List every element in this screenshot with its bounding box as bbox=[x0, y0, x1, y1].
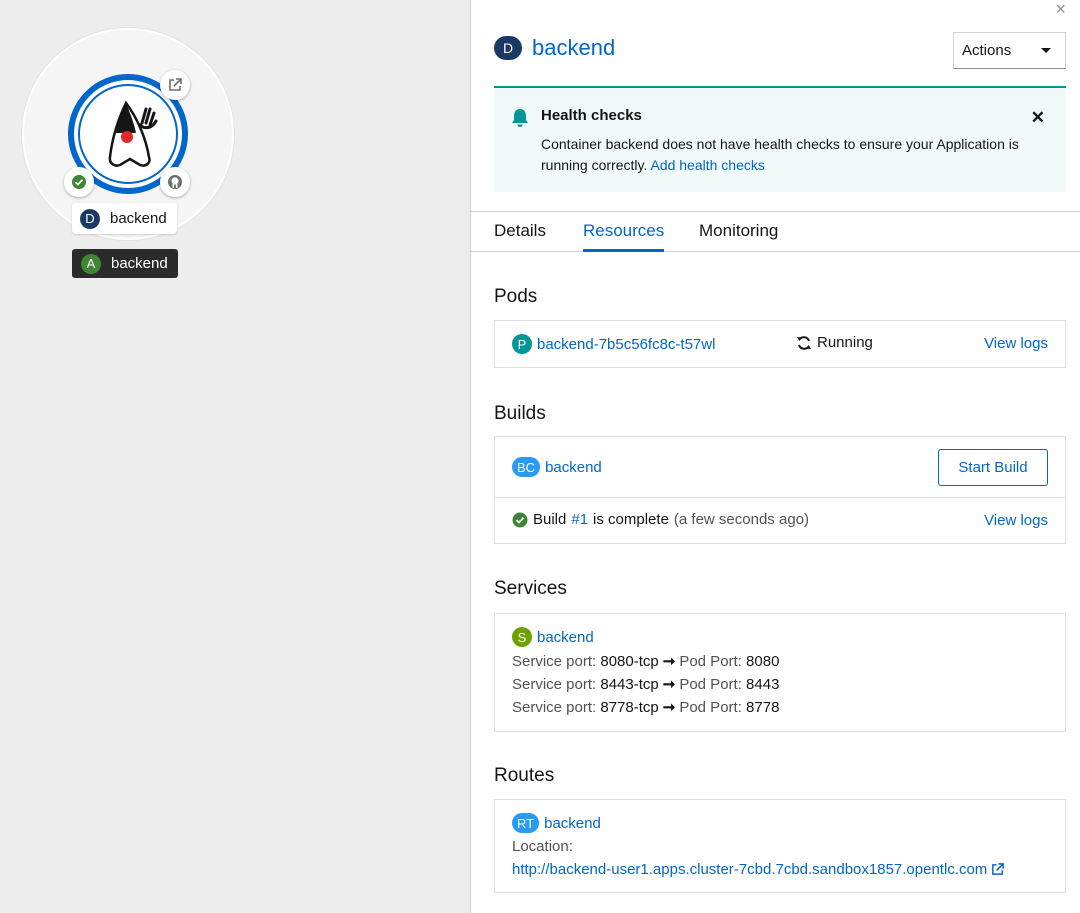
actions-dropdown[interactable]: Actions bbox=[953, 32, 1066, 69]
service-link[interactable]: backend bbox=[537, 629, 594, 646]
routes-heading: Routes bbox=[494, 765, 555, 786]
build-number-link[interactable]: #1 bbox=[571, 511, 588, 528]
route-url-link[interactable]: http://backend-user1.apps.cluster-7cbd.7… bbox=[512, 861, 987, 878]
topology-canvas[interactable]: D backend A backend bbox=[0, 0, 471, 913]
route-badge: RT bbox=[512, 813, 540, 833]
application-badge: A bbox=[81, 253, 101, 274]
build-config-item: BC backend bbox=[512, 457, 602, 477]
open-url-icon[interactable] bbox=[160, 70, 190, 100]
github-icon[interactable] bbox=[160, 167, 190, 197]
location-label: Location: bbox=[512, 838, 573, 855]
tab-monitoring[interactable]: Monitoring bbox=[699, 221, 778, 241]
panel-tabs: Details Resources Monitoring bbox=[471, 211, 1080, 252]
arrow-right-icon: ➞ bbox=[662, 676, 676, 693]
actions-label: Actions bbox=[962, 42, 1012, 59]
service-item: S backend bbox=[512, 627, 594, 647]
panel-title: D backend bbox=[494, 35, 615, 61]
build-config-badge: BC bbox=[512, 457, 541, 477]
pod-port-label: Pod Port: bbox=[679, 699, 742, 716]
build-complete-icon bbox=[512, 512, 528, 527]
bell-icon bbox=[511, 108, 529, 133]
node-name: backend bbox=[110, 210, 167, 227]
build-time: (a few seconds ago) bbox=[673, 511, 809, 528]
service-port-label: Service port: bbox=[512, 676, 597, 693]
service-port-value: 8080-tcp bbox=[600, 653, 659, 670]
service-port-label: Service port: bbox=[512, 699, 597, 716]
service-badge: S bbox=[512, 627, 532, 647]
close-alert-icon[interactable]: ✕ bbox=[1031, 108, 1045, 128]
route-location-label: Location: bbox=[512, 838, 573, 855]
resource-side-panel: × D backend Actions Health checks ✕ Cont… bbox=[471, 0, 1080, 913]
pod-port-value: 8778 bbox=[746, 699, 780, 716]
close-panel-icon[interactable]: × bbox=[1055, 0, 1066, 18]
route-link[interactable]: backend bbox=[544, 815, 601, 832]
builds-card: BC backend Start Build Build #1 is compl… bbox=[494, 436, 1066, 544]
resource-name-link[interactable]: backend bbox=[532, 35, 615, 61]
caret-down-icon bbox=[1041, 48, 1051, 53]
alert-message: Container backend does not have health c… bbox=[541, 136, 1019, 173]
tab-resources[interactable]: Resources bbox=[583, 221, 665, 252]
service-port-label: Service port: bbox=[512, 653, 597, 670]
arrow-right-icon: ➞ bbox=[662, 653, 676, 670]
build-view-logs-link[interactable]: View logs bbox=[984, 512, 1048, 529]
application-label[interactable]: A backend bbox=[72, 249, 178, 278]
port-mapping: Service port: 8778-tcp ➞ Pod Port: 8778 bbox=[512, 698, 779, 716]
service-port-value: 8778-tcp bbox=[600, 699, 659, 716]
start-build-button[interactable]: Start Build bbox=[938, 449, 1048, 486]
external-link-icon[interactable] bbox=[991, 863, 1005, 876]
route-location: http://backend-user1.apps.cluster-7cbd.7… bbox=[512, 861, 1005, 878]
pod-status-text: Running bbox=[817, 334, 873, 351]
health-checks-alert: Health checks ✕ Container backend does n… bbox=[494, 86, 1066, 192]
build-status: is complete bbox=[593, 511, 669, 528]
pod-name-link[interactable]: backend-7b5c56fc8c-t57wl bbox=[537, 336, 715, 353]
route-item: RT backend bbox=[512, 813, 601, 833]
pod-port-label: Pod Port: bbox=[679, 653, 742, 670]
tab-details[interactable]: Details bbox=[494, 221, 546, 241]
build-config-link[interactable]: backend bbox=[545, 459, 602, 476]
pods-card: P backend-7b5c56fc8c-t57wl Running View … bbox=[494, 320, 1066, 368]
services-heading: Services bbox=[494, 578, 567, 599]
add-health-checks-link[interactable]: Add health checks bbox=[650, 157, 764, 173]
build-prefix: Build bbox=[533, 511, 567, 528]
pod-status: Running bbox=[796, 334, 873, 351]
pod-port-value: 8443 bbox=[746, 676, 780, 693]
pods-heading: Pods bbox=[494, 286, 538, 307]
alert-body: Container backend does not have health c… bbox=[541, 134, 1051, 176]
pod-view-logs-link[interactable]: View logs bbox=[984, 335, 1048, 352]
pod-item: P backend-7b5c56fc8c-t57wl bbox=[512, 334, 715, 354]
routes-card: RT backend Location: http://backend-user… bbox=[494, 799, 1066, 893]
port-mapping: Service port: 8080-tcp ➞ Pod Port: 8080 bbox=[512, 652, 779, 670]
application-name: backend bbox=[111, 255, 168, 272]
build-success-icon[interactable] bbox=[64, 167, 94, 197]
builds-divider bbox=[495, 497, 1065, 498]
pod-port-value: 8080 bbox=[746, 653, 780, 670]
java-duke-icon bbox=[78, 84, 178, 184]
sync-icon bbox=[797, 335, 811, 350]
pod-port-label: Pod Port: bbox=[679, 676, 742, 693]
deployment-badge: D bbox=[80, 208, 100, 229]
services-card: S backend Service port: 8080-tcp ➞ Pod Por… bbox=[494, 613, 1066, 732]
pod-badge: P bbox=[512, 334, 532, 354]
service-port-value: 8443-tcp bbox=[600, 676, 659, 693]
port-mapping: Service port: 8443-tcp ➞ Pod Port: 8443 bbox=[512, 675, 779, 693]
deployment-badge: D bbox=[494, 36, 522, 60]
alert-title: Health checks bbox=[541, 107, 642, 124]
arrow-right-icon: ➞ bbox=[662, 699, 676, 716]
build-item: Build #1 is complete (a few seconds ago) bbox=[512, 511, 809, 528]
node-label[interactable]: D backend bbox=[72, 203, 177, 234]
builds-heading: Builds bbox=[494, 403, 546, 424]
